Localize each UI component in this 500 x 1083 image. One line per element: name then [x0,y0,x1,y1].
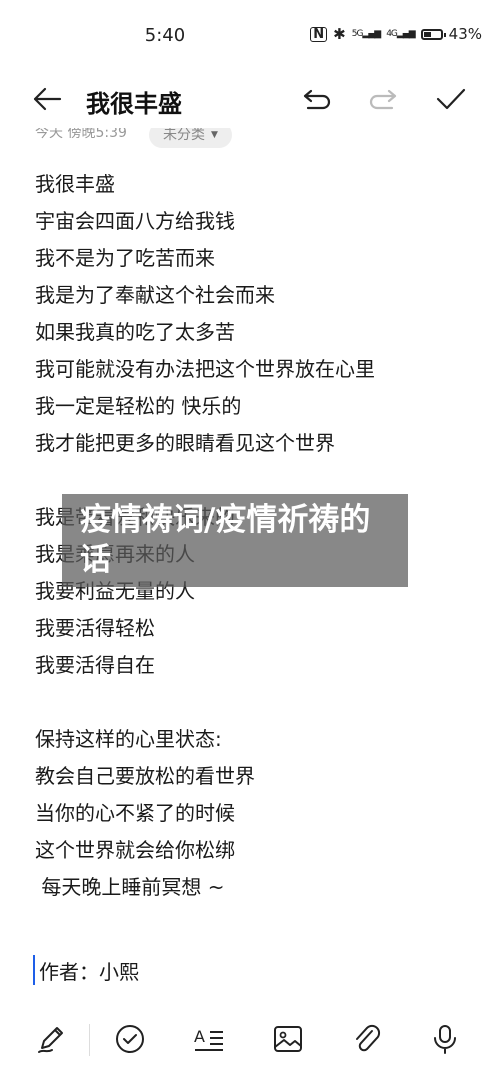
note-line: 教会自己要放松的看世界 [35,764,255,788]
insert-image-icon[interactable] [271,1022,305,1056]
note-line: 我可能就没有办法把这个世界放在心里 [35,357,375,381]
status-time: 5:40 [144,25,186,46]
note-line: 我很丰盛 [35,172,115,196]
note-line: 保持这样的心里状态: [35,727,222,751]
note-line: 我要活得轻松 [35,616,155,640]
battery-icon [420,28,446,40]
svg-text:A: A [194,1027,205,1046]
undo-icon[interactable] [300,84,334,114]
note-line: 如果我真的吃了太多苦 [35,320,235,344]
handwriting-pen-icon[interactable] [34,1022,68,1056]
attachment-icon[interactable] [350,1022,384,1056]
note-line: 这个世界就会给你松绑 [35,838,235,862]
bottom-edit-bar: A [0,1012,500,1068]
overlay-banner: 疫情祷词/疫情祈祷的话 [62,494,408,587]
note-line: 我是为了奉献这个社会而来 [35,283,275,307]
microphone-icon[interactable] [428,1022,462,1056]
note-line: 我要活得自在 [35,653,155,677]
note-line: 宇宙会四面八方给我钱 [35,209,235,233]
note-line: 当你的心不紧了的时候 [35,801,235,825]
note-line: 每天晚上睡前冥想 ~ [35,875,225,899]
category-dropdown[interactable]: 未分类 ▼ [149,128,232,148]
text-cursor [33,955,35,985]
toolbar-divider [89,1024,90,1056]
bluetooth-icon: ✱ [333,25,346,43]
overlay-title: 疫情祷词/疫情祈祷的话 [80,502,371,578]
caret-down-icon: ▼ [211,130,218,140]
text-format-icon[interactable]: A [192,1022,226,1056]
signal-4g-icon: 4G▂▄▆ [386,28,415,39]
author-text: 作者：小熙 [39,959,139,984]
note-line: 我才能把更多的眼睛看见这个世界 [35,431,335,455]
redo-icon[interactable] [366,84,400,114]
note-toolbar: 我很丰盛 [0,72,500,128]
checklist-icon[interactable] [113,1022,147,1056]
back-arrow-icon[interactable] [30,84,64,114]
author-line[interactable]: 作者：小熙 [33,952,139,988]
category-label: 未分类 [163,128,205,143]
note-line-blank [35,684,475,721]
signal-5g-icon: 5G▂▄▆ [351,28,381,39]
battery-percent: 43% [448,25,482,43]
confirm-check-icon[interactable] [434,84,468,114]
note-date: 今天 傍晚5:39 [35,128,127,141]
status-bar: 5:40 N ✱ 5G▂▄▆ 4G▂▄▆ 43% [0,0,500,72]
note-title: 我很丰盛 [86,90,182,118]
note-line: 我一定是轻松的 快乐的 [35,394,242,418]
note-line: 我不是为了吃苦而来 [35,246,215,270]
status-icons: N ✱ 5G▂▄▆ 4G▂▄▆ 43% [310,25,482,43]
nfc-icon: N [310,26,328,42]
note-meta-row: 今天 傍晚5:39 未分类 ▼ [35,128,465,156]
